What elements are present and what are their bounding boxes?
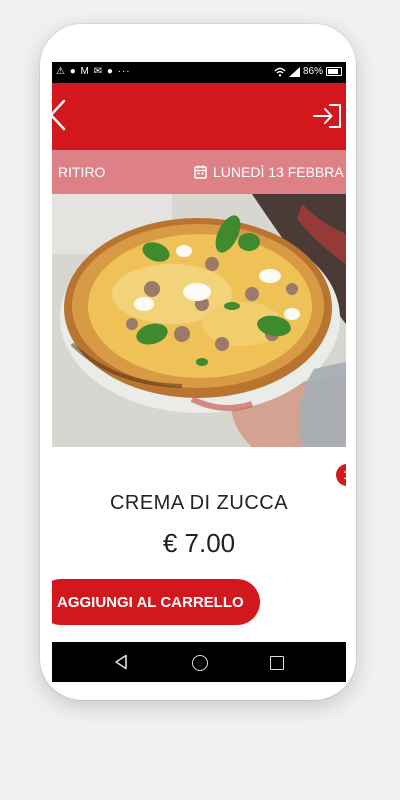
notification-icons: ⚠ ● M ✉ ● ··· xyxy=(56,66,131,77)
login-icon[interactable] xyxy=(312,103,342,129)
cart-count-badge[interactable]: 1 xyxy=(336,464,346,486)
add-to-cart-button[interactable]: AGGIUNGI AL CARRELLO xyxy=(52,579,260,625)
status-bar: ⚠ ● M ✉ ● ··· 86% xyxy=(52,62,346,83)
signal-icon xyxy=(288,66,300,77)
order-mode[interactable]: RITIRO xyxy=(58,164,105,180)
order-date-label: LUNEDÌ 13 FEBBRA xyxy=(213,164,344,180)
product-price: € 7.00 xyxy=(162,528,236,558)
order-date[interactable]: LUNEDÌ 13 FEBBRA xyxy=(194,164,344,180)
battery-icon xyxy=(326,67,342,76)
back-arrow-icon[interactable] xyxy=(52,99,68,131)
android-nav-bar xyxy=(52,642,346,682)
nav-recent-apps-icon[interactable] xyxy=(270,656,284,670)
product-name: CREMA DI ZUCCA xyxy=(109,492,289,514)
nav-back-icon[interactable] xyxy=(114,654,128,670)
app-bar xyxy=(52,83,346,150)
nav-home-icon[interactable] xyxy=(192,655,208,671)
app-screen: ⚠ ● M ✉ ● ··· 86% RITIRO LUNEDÌ 13 FEBBR… xyxy=(52,62,346,682)
calendar-icon xyxy=(194,165,207,179)
order-info-bar: RITIRO LUNEDÌ 13 FEBBRA xyxy=(52,150,346,194)
pizza-illustration xyxy=(52,194,346,447)
status-right: 86% xyxy=(274,66,342,77)
wifi-icon xyxy=(274,67,286,76)
battery-percent: 86% xyxy=(302,66,323,77)
product-image xyxy=(52,194,346,447)
